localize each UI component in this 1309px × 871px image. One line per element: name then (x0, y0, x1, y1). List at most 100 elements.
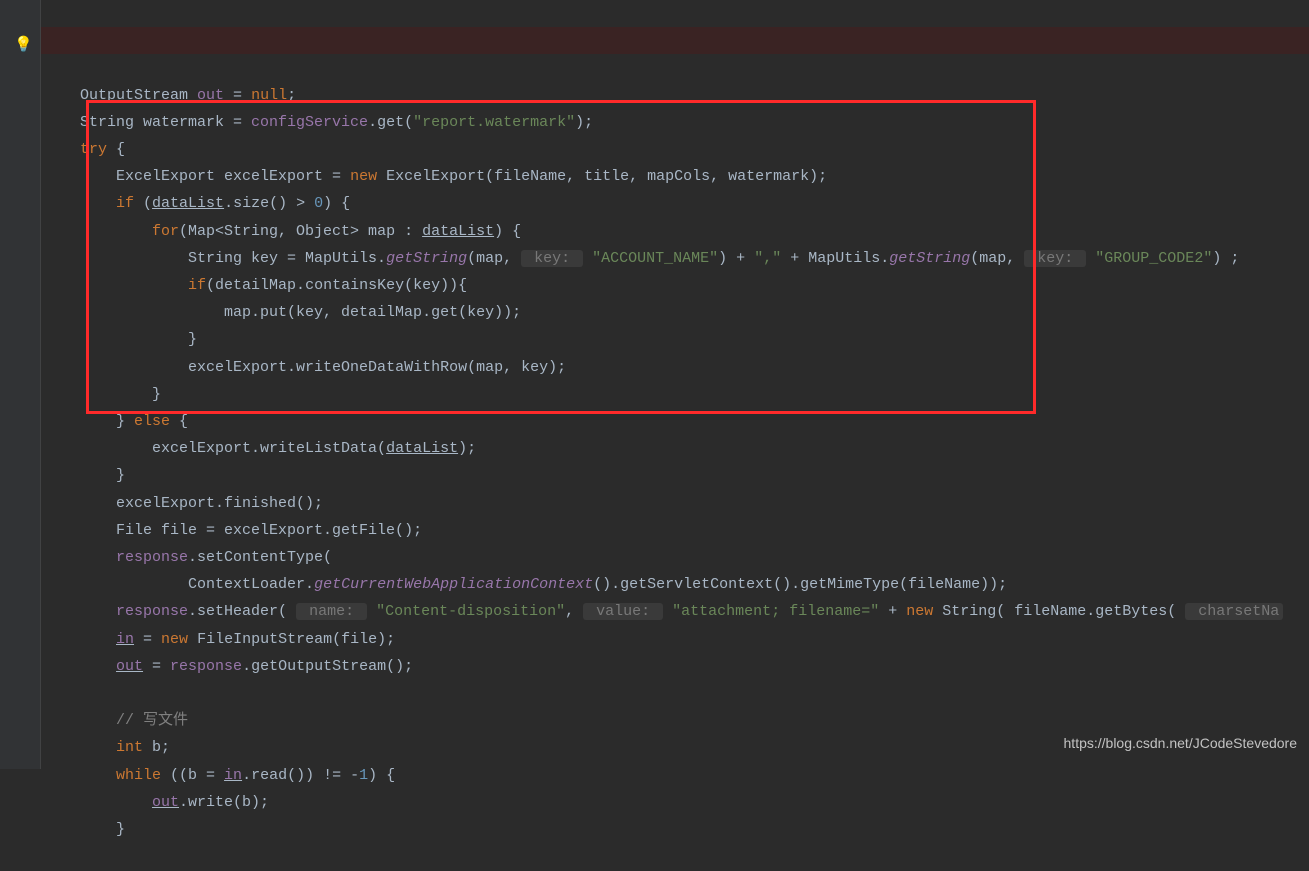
code-token: File file = excelExport.getFile(); (116, 522, 422, 539)
code-token: } (152, 386, 161, 403)
code-token: = (134, 631, 161, 648)
code-token: key: (521, 250, 583, 267)
code-token: } (188, 331, 197, 348)
code-token: int (116, 739, 143, 756)
code-line[interactable]: // 写文件 (80, 712, 188, 729)
code-token: charsetNa (1185, 603, 1283, 620)
code-token: dataList (422, 223, 494, 240)
code-line[interactable]: for(Map<String, Object> map : dataList) … (80, 223, 521, 240)
code-line[interactable]: response.setHeader( name: "Content-dispo… (80, 603, 1283, 620)
code-token: .write(b); (179, 794, 269, 811)
code-token: ; (287, 87, 296, 104)
code-token: "ACCOUNT_NAME" (592, 250, 718, 267)
code-token: getString (386, 250, 467, 267)
code-line[interactable]: out = response.getOutputStream(); (80, 658, 413, 675)
code-token: .read()) != - (242, 767, 359, 784)
code-token: 1 (359, 767, 368, 784)
code-token: out (152, 794, 179, 811)
code-line[interactable]: response.setContentType( (80, 549, 332, 566)
code-token: } (116, 821, 125, 838)
code-token: new (161, 631, 188, 648)
code-line[interactable]: excelExport.finished(); (80, 495, 323, 512)
code-token: .size() > (224, 195, 314, 212)
code-line[interactable]: ContextLoader.getCurrentWebApplicationCo… (80, 576, 1007, 593)
code-line[interactable] (80, 685, 89, 702)
code-token: name: (296, 603, 367, 620)
code-token: ( (134, 195, 152, 212)
code-token (80, 685, 89, 702)
code-token: new (350, 168, 377, 185)
code-line[interactable]: if(detailMap.containsKey(key)){ (80, 277, 467, 294)
code-line[interactable]: OutputStream out = null; (80, 87, 296, 104)
code-token: dataList (152, 195, 224, 212)
code-line[interactable]: } (80, 386, 161, 403)
code-token (583, 250, 592, 267)
code-token: .getOutputStream(); (242, 658, 413, 675)
code-line[interactable]: if (dataList.size() > 0) { (80, 195, 350, 212)
code-token: FileInputStream(file); (188, 631, 395, 648)
code-token: value: (583, 603, 663, 620)
code-token: new (906, 603, 933, 620)
lightbulb-icon[interactable]: 💡 (14, 32, 33, 59)
code-token: if (116, 195, 134, 212)
code-token: ) + (718, 250, 754, 267)
code-token: "," (754, 250, 781, 267)
code-token: String watermark = (80, 114, 251, 131)
current-line-highlight (40, 27, 1309, 54)
code-token: getString (889, 250, 970, 267)
code-token: if (188, 277, 206, 294)
code-line[interactable]: String key = MapUtils.getString(map, key… (80, 250, 1239, 267)
code-line[interactable]: map.put(key, detailMap.get(key)); (80, 304, 521, 321)
code-token: response (116, 549, 188, 566)
code-token (1086, 250, 1095, 267)
code-line[interactable]: } (80, 331, 197, 348)
code-line[interactable]: in = new FileInputStream(file); (80, 631, 395, 648)
code-token: (Map<String, Object> map : (179, 223, 422, 240)
code-token: .setHeader( (188, 603, 296, 620)
code-line[interactable]: } (80, 467, 125, 484)
code-token (367, 603, 376, 620)
code-token: , (565, 603, 583, 620)
code-token: dataList (386, 440, 458, 457)
code-token: out (116, 658, 143, 675)
code-token: key: (1024, 250, 1086, 267)
code-token: while (116, 767, 161, 784)
code-token: "attachment; filename=" (672, 603, 879, 620)
code-line[interactable]: try { (80, 141, 125, 158)
code-editor[interactable]: OutputStream out = null; String watermar… (40, 0, 1309, 769)
code-token: ) { (368, 767, 395, 784)
code-line[interactable]: int b; (80, 739, 170, 756)
code-line[interactable]: } else { (80, 413, 188, 430)
code-token: b; (143, 739, 170, 756)
code-token: ExcelExport(fileName, title, mapCols, wa… (377, 168, 827, 185)
code-token: .setContentType( (188, 549, 332, 566)
code-token: + MapUtils. (781, 250, 889, 267)
code-token: { (170, 413, 188, 430)
code-token: { (107, 141, 125, 158)
code-token: // 写文件 (116, 712, 188, 729)
code-token: in (116, 631, 134, 648)
code-line[interactable]: out.write(b); (80, 794, 269, 811)
code-token: in (224, 767, 242, 784)
code-line[interactable]: String watermark = configService.get("re… (80, 114, 593, 131)
code-token: for (152, 223, 179, 240)
code-line[interactable]: File file = excelExport.getFile(); (80, 522, 422, 539)
code-token: = (224, 87, 251, 104)
code-token: ); (458, 440, 476, 457)
code-token: excelExport.finished(); (116, 495, 323, 512)
code-token: ) { (494, 223, 521, 240)
code-token: 0 (314, 195, 323, 212)
code-token: (detailMap.containsKey(key)){ (206, 277, 467, 294)
code-token: (map, (970, 250, 1024, 267)
code-token: String key = MapUtils. (188, 250, 386, 267)
code-line[interactable]: excelExport.writeOneDataWithRow(map, key… (80, 359, 566, 376)
code-token: ((b = (161, 767, 224, 784)
code-line[interactable]: while ((b = in.read()) != -1) { (80, 767, 395, 784)
code-token: excelExport.writeOneDataWithRow(map, key… (188, 359, 566, 376)
editor-gutter (0, 0, 41, 769)
code-line[interactable]: excelExport.writeListData(dataList); (80, 440, 476, 457)
code-token: "Content-disposition" (376, 603, 565, 620)
code-line[interactable]: } (80, 821, 125, 838)
code-line[interactable]: ExcelExport excelExport = new ExcelExpor… (80, 168, 827, 185)
code-token: OutputStream (80, 87, 197, 104)
